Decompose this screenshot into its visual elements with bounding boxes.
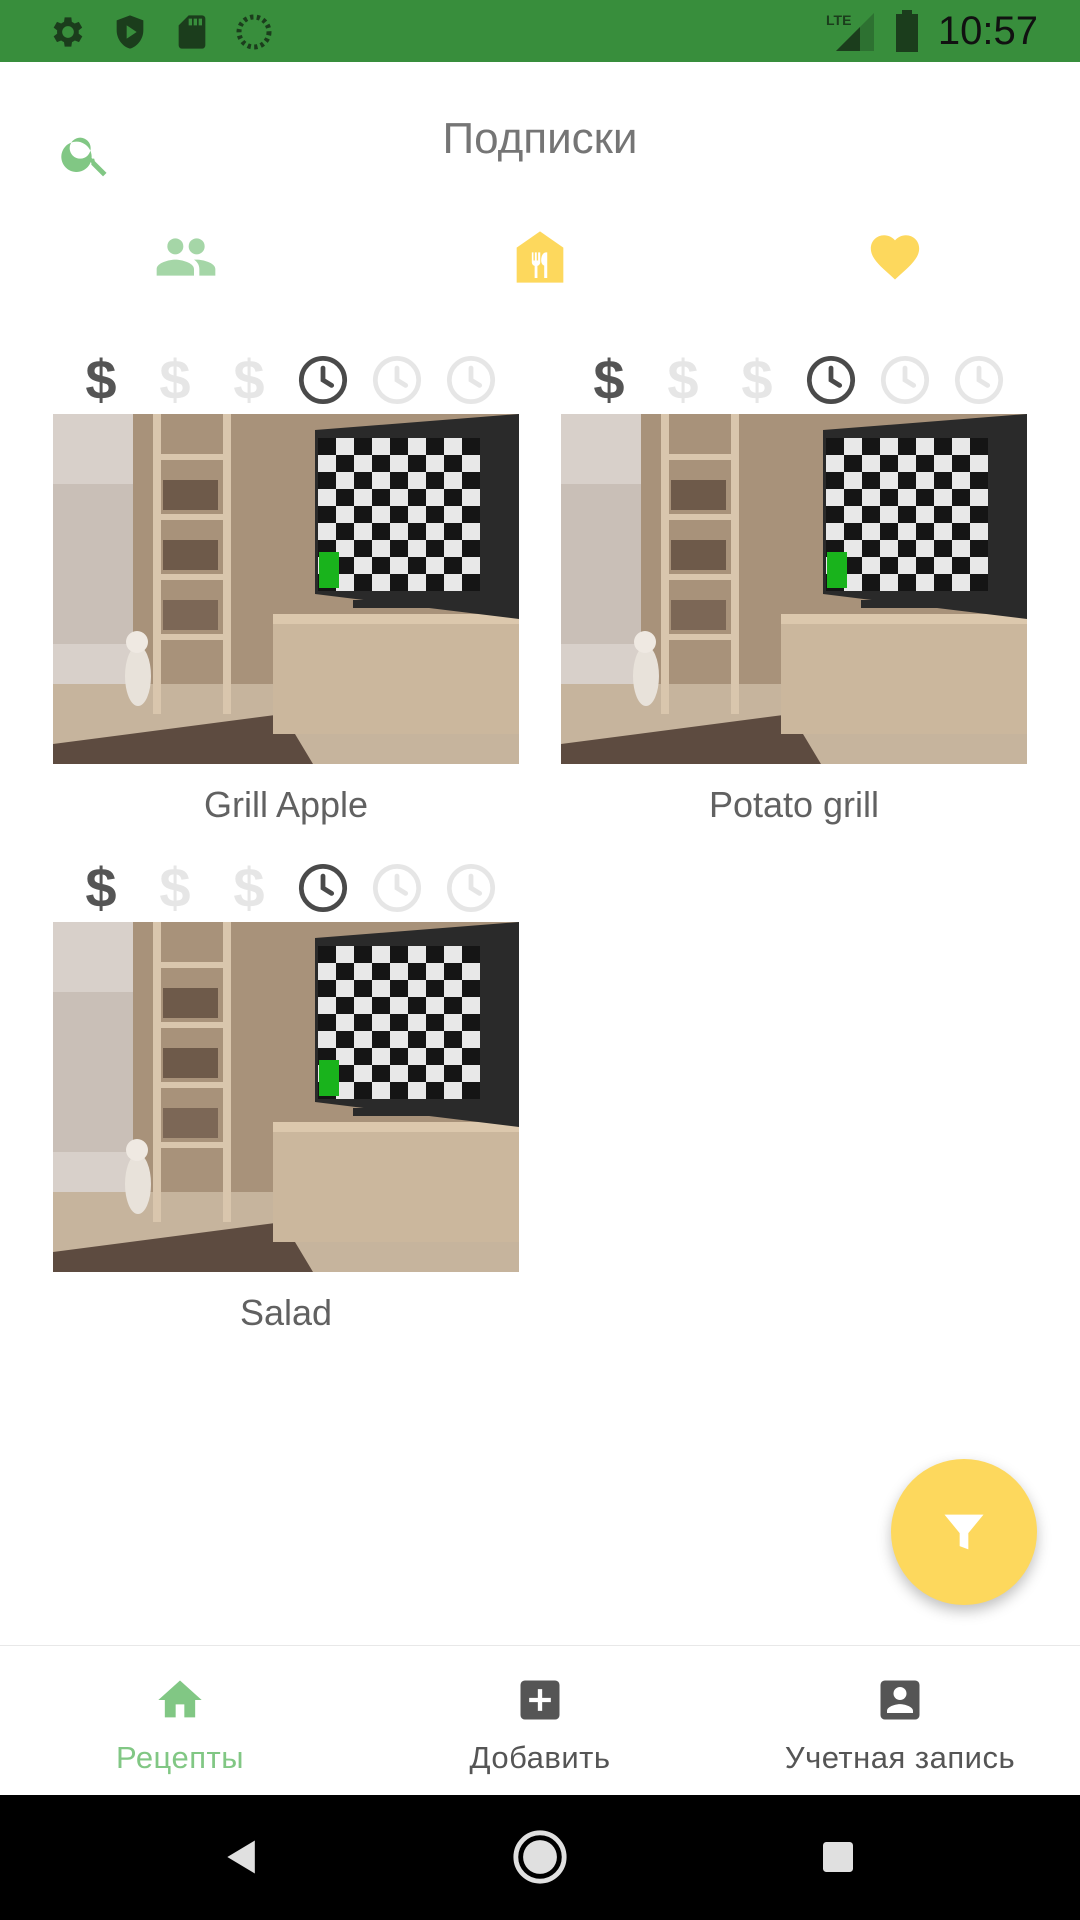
price-icon: $ <box>159 348 191 411</box>
price-icon: $ <box>667 348 699 411</box>
price-icon: $ <box>159 856 191 919</box>
nav-label-account: Учетная запись <box>784 1740 1016 1775</box>
clock-icon <box>877 352 933 408</box>
price-icon: $ <box>593 348 625 411</box>
loading-icon <box>234 12 274 52</box>
clock-icon <box>295 860 351 916</box>
clock-icon <box>951 352 1007 408</box>
bottom-navigation: Рецепты Добавить Учетная запись <box>0 1645 1080 1795</box>
clock: 10:57 <box>937 9 1038 53</box>
category-tabs <box>0 212 1080 302</box>
back-button[interactable] <box>210 1825 274 1889</box>
home-button[interactable] <box>508 1825 572 1889</box>
recipe-image[interactable] <box>53 414 519 764</box>
recipe-title: Potato grill <box>708 784 880 825</box>
tab-restaurants[interactable] <box>500 222 580 292</box>
home-circle-icon <box>513 1830 567 1884</box>
clock-icon <box>443 352 499 408</box>
status-system: LTE 10:57 <box>824 6 1038 56</box>
system-navigation-bar <box>0 1795 1080 1920</box>
home-icon <box>158 1680 202 1718</box>
rating-row: $ $ $ <box>561 352 1027 414</box>
settings-icon <box>48 12 88 52</box>
nav-account[interactable]: Учетная запись <box>720 1646 1080 1796</box>
tab-subscriptions[interactable] <box>146 222 226 292</box>
clock-icon <box>803 352 859 408</box>
nav-add[interactable]: Добавить <box>360 1646 720 1796</box>
price-icon: $ <box>233 348 265 411</box>
recipe-card[interactable]: $ $ $ Grill Apple <box>53 352 519 825</box>
recipe-image[interactable] <box>53 922 519 1272</box>
filter-icon <box>944 1514 984 1550</box>
recents-icon <box>823 1842 853 1872</box>
shield-play-icon <box>110 12 150 52</box>
recents-button[interactable] <box>806 1825 870 1889</box>
add-box-icon <box>520 1680 560 1720</box>
heart-icon <box>870 235 920 280</box>
recipe-title: Grill Apple <box>203 784 369 825</box>
page-title: Подписки <box>442 114 638 163</box>
signal-lte-icon: LTE <box>824 9 876 53</box>
status-notifications <box>48 12 274 52</box>
back-icon <box>227 1840 255 1874</box>
sd-card-icon <box>172 12 212 52</box>
price-icon: $ <box>233 856 265 919</box>
recipe-card[interactable]: $ $ $ Salad <box>53 860 519 1333</box>
rating-row: $ $ $ <box>53 352 519 414</box>
app-header: Подписки <box>0 62 1080 212</box>
clock-icon <box>369 860 425 916</box>
filter-button[interactable] <box>891 1459 1037 1605</box>
recipe-title: Salad <box>239 1292 333 1333</box>
recipe-image[interactable] <box>561 414 1027 764</box>
account-box-icon <box>880 1680 920 1720</box>
clock-icon <box>443 860 499 916</box>
price-icon: $ <box>85 348 117 411</box>
recipe-card[interactable]: $ $ $ Potato grill <box>561 352 1027 825</box>
svg-text:LTE: LTE <box>826 12 851 28</box>
nav-label-recipes: Рецепты <box>116 1740 244 1775</box>
battery-icon <box>894 10 920 52</box>
nav-recipes[interactable]: Рецепты <box>0 1646 360 1796</box>
tab-favorites[interactable] <box>855 222 935 292</box>
clock-icon <box>369 352 425 408</box>
price-icon: $ <box>741 348 773 411</box>
price-icon: $ <box>85 856 117 919</box>
status-bar: LTE 10:57 <box>0 0 1080 62</box>
restaurant-icon <box>516 231 564 283</box>
nav-label-add: Добавить <box>469 1740 611 1775</box>
clock-icon <box>295 352 351 408</box>
rating-row: $ $ $ <box>53 860 519 922</box>
people-icon <box>156 238 216 276</box>
